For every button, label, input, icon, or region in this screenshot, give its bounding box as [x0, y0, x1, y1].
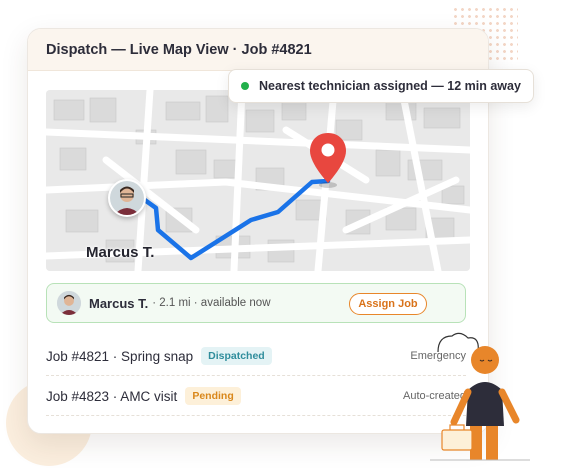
job-title: Job #4821 · Spring snap	[46, 348, 194, 364]
job-row[interactable]: Job #4823 · AMC visit Pending Auto-creat…	[46, 377, 466, 416]
technician-meta: · 2.1 mi · available now	[152, 297, 271, 309]
assignment-toast: Nearest technician assigned — 12 min awa…	[228, 69, 534, 103]
status-dot-icon	[241, 82, 249, 90]
card-header: Dispatch — Live Map View · Job #4821	[28, 29, 488, 71]
avatar	[57, 291, 81, 315]
job-row[interactable]: Job #4821 · Spring snap Dispatched Emerg…	[46, 337, 466, 376]
technician-map-label: Marcus T.	[86, 244, 155, 261]
technician-map-avatar[interactable]	[108, 179, 146, 217]
status-badge: Dispatched	[201, 347, 272, 365]
technician-avatar-icon	[110, 181, 144, 215]
technician-avatar-icon	[57, 291, 81, 315]
status-badge: Pending	[185, 387, 241, 405]
job-title: Job #4823 · AMC visit	[46, 388, 178, 404]
technician-illustration	[430, 332, 530, 461]
toast-text: Nearest technician assigned — 12 min awa…	[259, 79, 521, 93]
technician-row: Marcus T. · 2.1 mi · available now Assig…	[46, 283, 466, 323]
card-title: Dispatch — Live Map View · Job #4821	[46, 41, 312, 58]
destination-pin-icon[interactable]	[308, 131, 348, 189]
assign-job-button[interactable]: Assign Job	[349, 293, 427, 315]
technician-name: Marcus T.	[89, 295, 149, 311]
